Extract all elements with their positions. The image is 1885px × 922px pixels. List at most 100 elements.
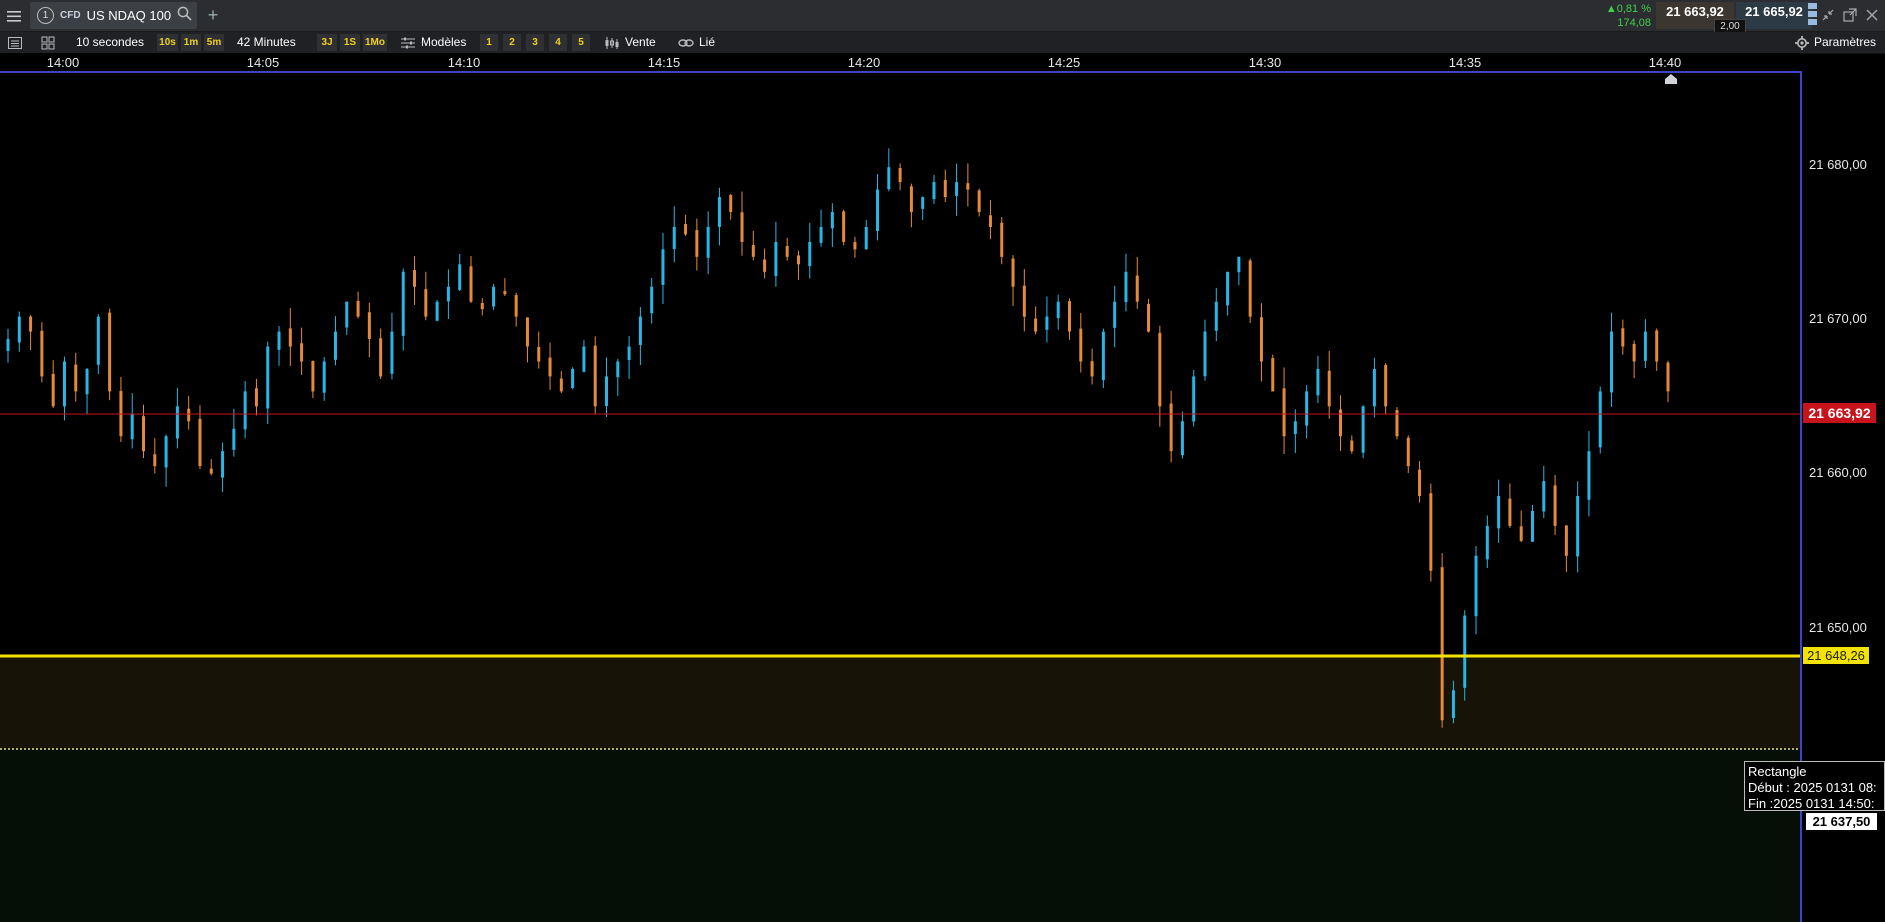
candle-body — [1011, 258, 1015, 287]
candle-body — [943, 180, 947, 198]
period-1mo-button[interactable]: 1Mo — [363, 34, 387, 51]
template-slot-4[interactable]: 4 — [549, 34, 567, 51]
candle-body — [1564, 525, 1568, 556]
price-chart[interactable] — [0, 73, 1800, 922]
menu-icon[interactable] — [4, 6, 24, 26]
candle-body — [955, 182, 959, 196]
daily-change: ▲0,81 % 174,08 — [1596, 2, 1654, 30]
gear-icon[interactable] — [1793, 32, 1811, 53]
price-tick-label: 21 660,00 — [1809, 465, 1867, 480]
close-icon[interactable] — [1864, 7, 1880, 23]
time-tick-label: 14:40 — [1648, 55, 1682, 70]
candle-body — [853, 242, 857, 250]
candle-body — [548, 357, 552, 377]
zone-rectangle-upper[interactable] — [0, 656, 1800, 749]
candle-body — [469, 266, 473, 302]
template-slot-5[interactable]: 5 — [572, 34, 590, 51]
candles-icon[interactable] — [603, 32, 621, 53]
candle-body — [1079, 328, 1083, 362]
buy-price-button[interactable]: 21 665,92 — [1736, 2, 1812, 29]
change-absolute: 174,08 — [1617, 17, 1651, 29]
settings-button[interactable]: Paramètres — [1814, 32, 1876, 53]
interval-10s-button[interactable]: 10s — [157, 34, 178, 51]
candle-body — [1418, 469, 1422, 497]
search-icon[interactable] — [177, 6, 192, 26]
candle-body — [390, 331, 394, 374]
candle-body — [830, 212, 834, 229]
interval-1m-button[interactable]: 1m — [181, 34, 201, 51]
templates-button[interactable]: Modèles — [421, 32, 466, 53]
candle-body — [1248, 260, 1252, 317]
template-slot-3[interactable]: 3 — [526, 34, 544, 51]
collapse-icon[interactable] — [1820, 7, 1836, 23]
period-1s-button[interactable]: 1S — [340, 34, 360, 51]
candle-body — [1508, 498, 1512, 526]
depth-bars-icon[interactable] — [1808, 3, 1818, 29]
level-price-badge[interactable]: 21 648,26 — [1803, 647, 1869, 664]
candle-body — [1293, 421, 1297, 434]
candle-body — [424, 289, 428, 317]
candle-body — [1451, 690, 1455, 719]
time-tick-label: 14:00 — [46, 55, 80, 70]
candle-body — [1237, 256, 1241, 273]
candle-body — [593, 345, 597, 407]
tab-number: 1 — [37, 7, 54, 24]
candle-body — [187, 408, 191, 422]
popout-icon[interactable] — [1842, 7, 1858, 23]
template-slot-2[interactable]: 2 — [503, 34, 521, 51]
candle-body — [492, 286, 496, 307]
candle-body — [277, 331, 281, 350]
candle-body — [627, 346, 631, 361]
candle-body — [1474, 555, 1478, 617]
candle-body — [232, 428, 236, 450]
price-tick-label: 21 650,00 — [1809, 620, 1867, 635]
candle-body — [1101, 331, 1105, 381]
candle-body — [684, 224, 688, 235]
linked-button[interactable]: Lié — [699, 32, 715, 53]
candle-body — [435, 301, 439, 321]
candle-body — [1282, 388, 1286, 437]
instrument-type: CFD — [60, 10, 81, 21]
candle-body — [1000, 222, 1004, 257]
period-3j-button[interactable]: 3J — [317, 34, 337, 51]
interval-dropdown[interactable]: 10 secondes — [76, 32, 144, 53]
candle-body — [29, 316, 33, 332]
candle-body — [300, 343, 304, 362]
template-slot-1[interactable]: 1 — [480, 34, 498, 51]
candle-body — [559, 378, 563, 392]
time-tick-label: 14:15 — [647, 55, 681, 70]
candle-body — [153, 454, 157, 467]
candle-body — [345, 301, 349, 328]
templates-icon[interactable] — [399, 32, 417, 53]
candle-body — [1406, 437, 1410, 467]
change-percent: 0,81 % — [1616, 3, 1651, 15]
candle-body — [85, 368, 89, 395]
layout-grid-icon[interactable] — [39, 32, 57, 53]
tooltip-title: Rectangle — [1748, 764, 1807, 779]
interval-5m-button[interactable]: 5m — [204, 34, 224, 51]
candle-body — [909, 186, 913, 213]
candle-body — [254, 388, 258, 407]
link-icon[interactable] — [677, 32, 695, 53]
candle-body — [966, 183, 970, 190]
instrument-tab[interactable]: 1 CFD US NDAQ 100 — [30, 2, 197, 29]
candle-body — [525, 317, 529, 347]
chart-toolbar: 10 secondes 10s 1m 5m 42 Minutes 3J 1S 1… — [0, 32, 1885, 54]
top-bar: 1 CFD US NDAQ 100 + ▲0,81 % 174,08 21 66… — [0, 0, 1885, 34]
candle-body — [6, 339, 10, 352]
add-tab-icon[interactable]: + — [204, 6, 222, 24]
candle-body — [1497, 496, 1501, 529]
list-icon[interactable] — [6, 32, 24, 53]
candle-body — [672, 226, 676, 249]
sell-mode-button[interactable]: Vente — [625, 32, 656, 53]
zone-rectangle-lower[interactable] — [0, 749, 1800, 922]
candle-body — [175, 406, 179, 439]
candle-body — [898, 168, 902, 183]
period-dropdown[interactable]: 42 Minutes — [237, 32, 296, 53]
time-tick-label: 14:25 — [1047, 55, 1081, 70]
candle-body — [243, 391, 247, 430]
candle-body — [932, 182, 936, 200]
candle-body — [130, 413, 134, 440]
candle-body — [864, 226, 868, 250]
time-tick-label: 14:05 — [246, 55, 280, 70]
